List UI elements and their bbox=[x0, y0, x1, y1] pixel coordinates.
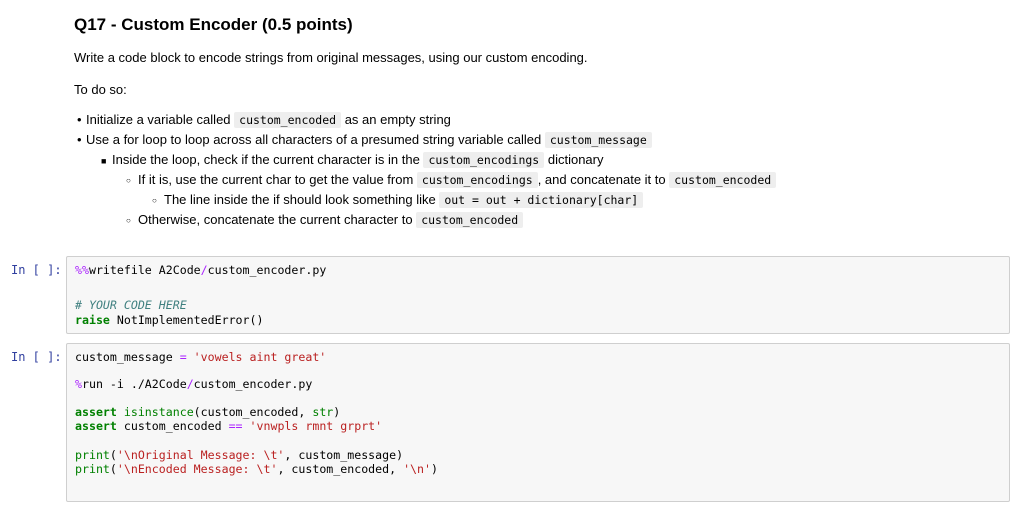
code-token: ) bbox=[333, 405, 341, 419]
code-token: ( bbox=[109, 462, 117, 476]
code-line: custom_message = 'vowels aint great' bbox=[75, 350, 326, 364]
code-token: NotImplementedError() bbox=[109, 313, 264, 327]
code-operator: == bbox=[228, 419, 243, 433]
list-item: ○ The line inside the if should look som… bbox=[152, 190, 644, 210]
bullet-circle-icon: ○ bbox=[152, 196, 157, 205]
code-operator: = bbox=[179, 350, 187, 364]
code-token: custom_encoder.py bbox=[207, 263, 327, 277]
code-token: / bbox=[186, 377, 194, 391]
magic-prefix: %% bbox=[75, 263, 89, 277]
cell-prompt: In [ ]: bbox=[11, 350, 62, 364]
list-item: • Initialize a variable called custom_en… bbox=[77, 110, 451, 130]
code-string: '\nEncoded Message: \t' bbox=[116, 462, 278, 476]
code-token: , custom_message) bbox=[284, 448, 404, 462]
bullet-square-icon: ■ bbox=[101, 156, 107, 166]
inline-code: custom_encodings bbox=[423, 152, 545, 168]
code-line: print('\nOriginal Message: \t', custom_m… bbox=[75, 448, 403, 462]
code-string: 'vnwpls rmnt grprt' bbox=[242, 419, 383, 433]
code-line: %%writefile A2Code/custom_encoder.py bbox=[75, 263, 326, 277]
bullet-circle-icon: ○ bbox=[126, 176, 131, 185]
inline-code: custom_message bbox=[544, 132, 652, 148]
code-builtin: print bbox=[75, 462, 110, 476]
code-line: print('\nEncoded Message: \t', custom_en… bbox=[75, 462, 438, 476]
item-text: Otherwise, concatenate the current chara… bbox=[138, 212, 417, 227]
code-line: # YOUR CODE HERE bbox=[75, 298, 187, 312]
code-line: %run -i ./A2Code/custom_encoder.py bbox=[75, 377, 312, 391]
code-token: ( bbox=[109, 448, 117, 462]
code-token: custom_encoded bbox=[116, 419, 229, 433]
code-builtin: print bbox=[75, 448, 110, 462]
inline-code: out = out + dictionary[char] bbox=[439, 192, 644, 208]
item-text: If it is, use the current char to get th… bbox=[138, 172, 417, 187]
inline-code: custom_encodings bbox=[416, 172, 538, 188]
magic-prefix: % bbox=[75, 377, 82, 391]
cell-prompt: In [ ]: bbox=[11, 263, 62, 277]
code-string: '\nOriginal Message: \t' bbox=[116, 448, 285, 462]
code-token: custom_encoder.py bbox=[193, 377, 313, 391]
item-text: as an empty string bbox=[341, 112, 451, 127]
code-token: ) bbox=[431, 462, 438, 476]
bullet-circle-icon: ○ bbox=[126, 216, 131, 225]
item-text: Initialize a variable called bbox=[86, 112, 235, 127]
inline-code: custom_encoded bbox=[416, 212, 524, 228]
code-builtin: str bbox=[312, 405, 334, 419]
code-token: run -i ./A2Code bbox=[81, 377, 187, 391]
code-comment: # YOUR CODE HERE bbox=[75, 298, 187, 312]
item-text: Inside the loop, check if the current ch… bbox=[112, 152, 424, 167]
inline-code: custom_encoded bbox=[669, 172, 777, 188]
bullet-disc-icon: • bbox=[77, 112, 82, 127]
intro-text: Write a code block to encode strings fro… bbox=[74, 50, 588, 65]
item-text: Use a for loop to loop across all charac… bbox=[86, 132, 545, 147]
bullet-disc-icon: • bbox=[77, 132, 82, 147]
code-token: (custom_encoded, bbox=[193, 405, 313, 419]
code-string: 'vowels aint great' bbox=[186, 350, 327, 364]
code-cell-editor[interactable]: %%writefile A2Code/custom_encoder.py # Y… bbox=[66, 256, 1010, 334]
item-text: dictionary bbox=[544, 152, 604, 167]
code-line: raise NotImplementedError() bbox=[75, 313, 263, 327]
to-do-text: To do so: bbox=[74, 82, 127, 97]
code-string: '\n' bbox=[403, 462, 431, 476]
code-line: assert isinstance(custom_encoded, str) bbox=[75, 405, 340, 419]
item-text: , and concatenate it to bbox=[537, 172, 670, 187]
item-text: The line inside the if should look somet… bbox=[164, 192, 440, 207]
code-token: / bbox=[200, 263, 208, 277]
code-keyword: raise bbox=[75, 313, 110, 327]
list-item: ○ Otherwise, concatenate the current cha… bbox=[126, 210, 524, 230]
inline-code: custom_encoded bbox=[234, 112, 342, 128]
code-token: custom_message bbox=[75, 350, 180, 364]
code-builtin: isinstance bbox=[116, 405, 194, 419]
list-item: • Use a for loop to loop across all char… bbox=[77, 130, 652, 150]
question-heading: Q17 - Custom Encoder (0.5 points) bbox=[74, 15, 353, 34]
code-token: writefile A2Code bbox=[88, 263, 201, 277]
list-item: ■ Inside the loop, check if the current … bbox=[101, 150, 604, 170]
code-line: assert custom_encoded == 'vnwpls rmnt gr… bbox=[75, 419, 382, 433]
code-keyword: assert bbox=[75, 419, 117, 433]
code-keyword: assert bbox=[75, 405, 117, 419]
code-token: , custom_encoded, bbox=[277, 462, 404, 476]
code-cell-editor[interactable]: custom_message = 'vowels aint great' %ru… bbox=[66, 343, 1010, 502]
list-item: ○ If it is, use the current char to get … bbox=[126, 170, 777, 190]
